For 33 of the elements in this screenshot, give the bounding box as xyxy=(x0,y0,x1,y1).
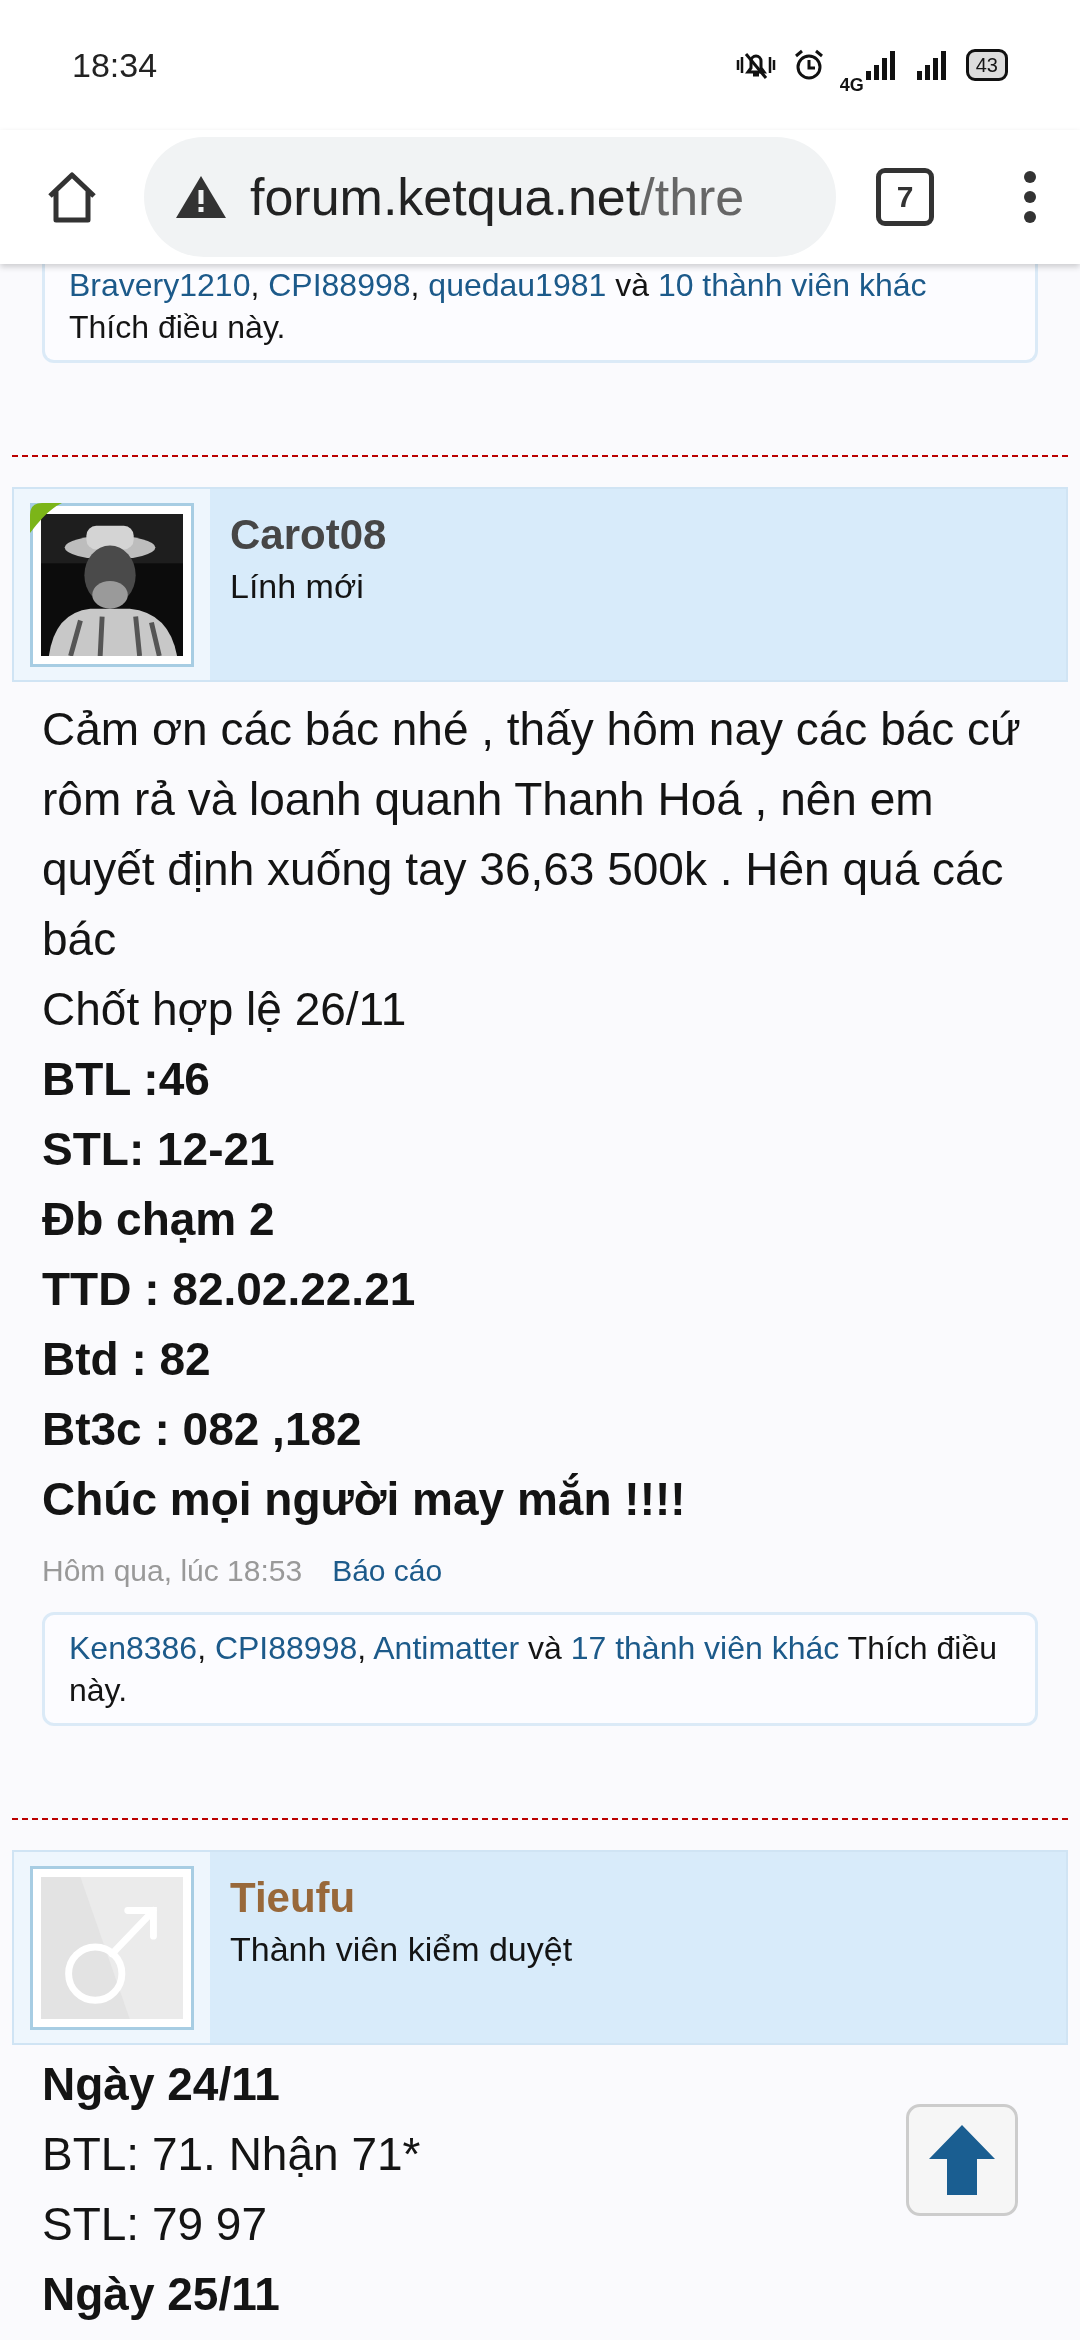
author-name[interactable]: Carot08 xyxy=(230,511,387,559)
scroll-to-top-button[interactable] xyxy=(906,2104,1018,2216)
status-time: 18:34 xyxy=(72,45,158,85)
post-text: STL: 12-21 xyxy=(42,1122,275,1177)
male-symbol-icon xyxy=(41,1876,183,2019)
post-text: Chúc mọi người may mắn !!!! xyxy=(42,1472,686,1527)
post-text: Btd : 82 xyxy=(42,1332,211,1387)
post-text: BTL :46 xyxy=(42,1052,210,1107)
post-text: Đb chạm 2 xyxy=(42,1192,275,1247)
post-text: STL: 79 97 xyxy=(42,2197,268,2252)
signal-icon xyxy=(863,49,898,81)
tab-count-button[interactable]: 7 xyxy=(876,168,934,226)
report-link[interactable]: Báo cáo xyxy=(332,1554,443,1588)
author-name[interactable]: Tieufu xyxy=(230,1874,573,1922)
warning-icon xyxy=(174,174,228,220)
online-leaf-icon xyxy=(28,501,62,535)
post-text: Chốt hợp lệ 26/11 xyxy=(42,982,407,1037)
post-text: Bt3c : 082 ,182 xyxy=(42,1402,362,1457)
user-title: Lính mới xyxy=(230,567,365,606)
post-text: Cảm ơn các bác nhé , thấy hôm nay các bác cứ rôm rả và loanh quanh Thanh Hoá , nên em quyết định xuống tay 36,63 500k . Hên quá các bác xyxy=(42,702,1022,967)
post-text: Ngày 24/11 xyxy=(42,2057,280,2112)
url-text: forum.ketqua.net/thre xyxy=(250,167,745,227)
likes-text: Ken8386, CPI88998, Antimatter và 17 thành viên khác Thích điều này. xyxy=(69,1630,998,1708)
post-text: TTD : 82.02.22.21 xyxy=(42,1262,416,1317)
user-title: Thành viên kiểm duyệt xyxy=(230,1930,573,1969)
post-date: Hôm qua, lúc 18:53 xyxy=(42,1554,303,1588)
address-bar[interactable]: forum.ketqua.net/thre xyxy=(144,137,836,257)
post-text: Ngày 25/11 xyxy=(42,2267,280,2322)
post-text: BTL: 71. Nhận 71* xyxy=(42,2127,421,2182)
likes-text: Bravery1210, CPI88998, quedau1981 và 10 thành viên khác Thích điều này. xyxy=(69,267,927,345)
network-type: 4G xyxy=(839,74,864,96)
battery-level: 43 xyxy=(965,49,1008,81)
up-arrow-icon xyxy=(927,2123,997,2197)
